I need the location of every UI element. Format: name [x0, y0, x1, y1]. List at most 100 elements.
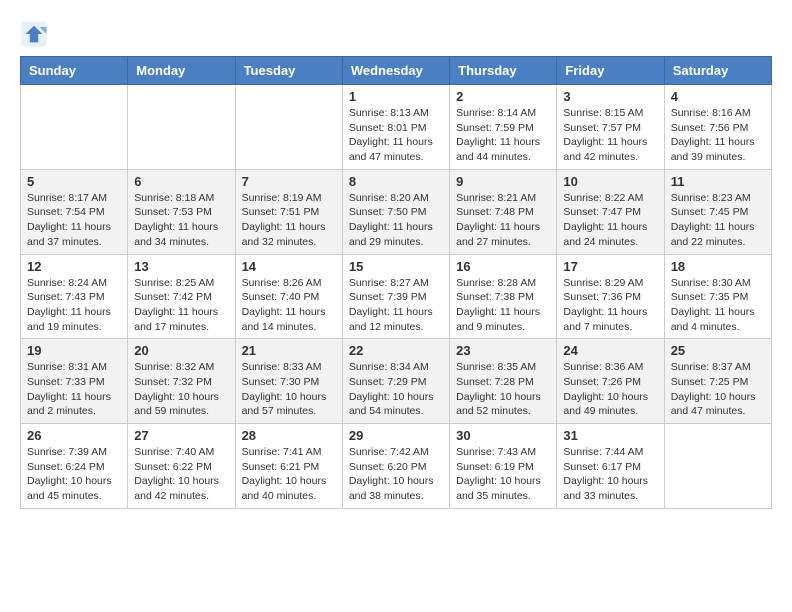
calendar-cell: 19Sunrise: 8:31 AM Sunset: 7:33 PM Dayli…: [21, 339, 128, 424]
calendar-cell: 13 Sunrise: 8:25 AM Sunset: 7:42 PM Dayli…: [128, 254, 235, 339]
weekday-header-thursday: Thursday: [450, 57, 557, 85]
cell-daylight-text: Sunrise: 8:16 AM Sunset: 7:56 PM Dayligh…: [671, 106, 765, 165]
cell-daylight-text: Sunrise: 7:39 AM Sunset: 6:24 PM Dayligh…: [27, 445, 121, 504]
cell-daylight-text: Sunrise: 8:25 AM Sunset: 7:42 PM Dayligh…: [134, 276, 228, 335]
cell-content: 4Sunrise: 8:16 AM Sunset: 7:56 PM Daylig…: [671, 89, 765, 165]
day-number: 31: [563, 428, 657, 443]
cell-content: 17 Sunrise: 8:29 AM Sunset: 7:36 PM Dayli…: [563, 259, 657, 335]
day-number: 8: [349, 174, 443, 189]
day-number: 23: [456, 343, 550, 358]
calendar-cell: 17 Sunrise: 8:29 AM Sunset: 7:36 PM Dayli…: [557, 254, 664, 339]
day-number: 27: [134, 428, 228, 443]
calendar-cell: 31 Sunrise: 7:44 AM Sunset: 6:17 PM Dayli…: [557, 424, 664, 509]
cell-content: 20Sunrise: 8:32 AM Sunset: 7:32 PM Dayli…: [134, 343, 228, 419]
calendar-cell: 10 Sunrise: 8:22 AM Sunset: 7:47 PM Dayli…: [557, 169, 664, 254]
cell-daylight-text: Sunrise: 7:41 AM Sunset: 6:21 PM Dayligh…: [242, 445, 336, 504]
cell-daylight-text: Sunrise: 8:22 AM Sunset: 7:47 PM Dayligh…: [563, 191, 657, 250]
calendar-cell: 20Sunrise: 8:32 AM Sunset: 7:32 PM Dayli…: [128, 339, 235, 424]
cell-daylight-text: Sunrise: 8:21 AM Sunset: 7:48 PM Dayligh…: [456, 191, 550, 250]
calendar-cell: 4Sunrise: 8:16 AM Sunset: 7:56 PM Daylig…: [664, 85, 771, 170]
day-number: 6: [134, 174, 228, 189]
cell-content: 5Sunrise: 8:17 AM Sunset: 7:54 PM Daylig…: [27, 174, 121, 250]
calendar-week-row: 19Sunrise: 8:31 AM Sunset: 7:33 PM Dayli…: [21, 339, 772, 424]
day-number: 13: [134, 259, 228, 274]
day-number: 14: [242, 259, 336, 274]
cell-content: 29Sunrise: 7:42 AM Sunset: 6:20 PM Dayli…: [349, 428, 443, 504]
cell-content: 10 Sunrise: 8:22 AM Sunset: 7:47 PM Dayli…: [563, 174, 657, 250]
cell-daylight-text: Sunrise: 8:19 AM Sunset: 7:51 PM Dayligh…: [242, 191, 336, 250]
day-number: 18: [671, 259, 765, 274]
calendar-cell: 27 Sunrise: 7:40 AM Sunset: 6:22 PM Dayli…: [128, 424, 235, 509]
weekday-header-wednesday: Wednesday: [342, 57, 449, 85]
calendar-cell: 26 Sunrise: 7:39 AM Sunset: 6:24 PM Dayli…: [21, 424, 128, 509]
day-number: 15: [349, 259, 443, 274]
cell-content: 2 Sunrise: 8:14 AM Sunset: 7:59 PM Daylig…: [456, 89, 550, 165]
cell-daylight-text: Sunrise: 7:44 AM Sunset: 6:17 PM Dayligh…: [563, 445, 657, 504]
cell-daylight-text: Sunrise: 8:14 AM Sunset: 7:59 PM Dayligh…: [456, 106, 550, 165]
cell-daylight-text: Sunrise: 8:35 AM Sunset: 7:28 PM Dayligh…: [456, 360, 550, 419]
cell-daylight-text: Sunrise: 8:30 AM Sunset: 7:35 PM Dayligh…: [671, 276, 765, 335]
cell-daylight-text: Sunrise: 8:28 AM Sunset: 7:38 PM Dayligh…: [456, 276, 550, 335]
calendar-week-row: 26 Sunrise: 7:39 AM Sunset: 6:24 PM Dayli…: [21, 424, 772, 509]
cell-content: 28 Sunrise: 7:41 AM Sunset: 6:21 PM Dayli…: [242, 428, 336, 504]
cell-daylight-text: Sunrise: 7:40 AM Sunset: 6:22 PM Dayligh…: [134, 445, 228, 504]
day-number: 10: [563, 174, 657, 189]
calendar-week-row: 12Sunrise: 8:24 AM Sunset: 7:43 PM Dayli…: [21, 254, 772, 339]
day-number: 22: [349, 343, 443, 358]
cell-content: [242, 89, 336, 164]
day-number: 28: [242, 428, 336, 443]
day-number: 29: [349, 428, 443, 443]
calendar-cell: 3Sunrise: 8:15 AM Sunset: 7:57 PM Daylig…: [557, 85, 664, 170]
calendar-week-row: 5Sunrise: 8:17 AM Sunset: 7:54 PM Daylig…: [21, 169, 772, 254]
logo-icon: [20, 20, 48, 48]
weekday-header-friday: Friday: [557, 57, 664, 85]
day-number: 25: [671, 343, 765, 358]
calendar-cell: 1Sunrise: 8:13 AM Sunset: 8:01 PM Daylig…: [342, 85, 449, 170]
day-number: 24: [563, 343, 657, 358]
cell-content: 13 Sunrise: 8:25 AM Sunset: 7:42 PM Dayli…: [134, 259, 228, 335]
cell-content: 27 Sunrise: 7:40 AM Sunset: 6:22 PM Dayli…: [134, 428, 228, 504]
calendar-cell: 18 Sunrise: 8:30 AM Sunset: 7:35 PM Dayli…: [664, 254, 771, 339]
cell-content: 6Sunrise: 8:18 AM Sunset: 7:53 PM Daylig…: [134, 174, 228, 250]
cell-content: 22 Sunrise: 8:34 AM Sunset: 7:29 PM Dayli…: [349, 343, 443, 419]
weekday-header-monday: Monday: [128, 57, 235, 85]
day-number: 2: [456, 89, 550, 104]
day-number: 26: [27, 428, 121, 443]
cell-content: 31 Sunrise: 7:44 AM Sunset: 6:17 PM Dayli…: [563, 428, 657, 504]
cell-content: 15Sunrise: 8:27 AM Sunset: 7:39 PM Dayli…: [349, 259, 443, 335]
calendar-cell: [235, 85, 342, 170]
cell-daylight-text: Sunrise: 8:33 AM Sunset: 7:30 PM Dayligh…: [242, 360, 336, 419]
cell-content: 8Sunrise: 8:20 AM Sunset: 7:50 PM Daylig…: [349, 174, 443, 250]
calendar-cell: [664, 424, 771, 509]
cell-daylight-text: Sunrise: 8:34 AM Sunset: 7:29 PM Dayligh…: [349, 360, 443, 419]
day-number: 3: [563, 89, 657, 104]
cell-daylight-text: Sunrise: 8:29 AM Sunset: 7:36 PM Dayligh…: [563, 276, 657, 335]
calendar-body: 1Sunrise: 8:13 AM Sunset: 8:01 PM Daylig…: [21, 85, 772, 509]
cell-daylight-text: Sunrise: 8:26 AM Sunset: 7:40 PM Dayligh…: [242, 276, 336, 335]
calendar-cell: 25Sunrise: 8:37 AM Sunset: 7:25 PM Dayli…: [664, 339, 771, 424]
cell-content: [27, 89, 121, 164]
calendar-cell: 21Sunrise: 8:33 AM Sunset: 7:30 PM Dayli…: [235, 339, 342, 424]
day-number: 9: [456, 174, 550, 189]
calendar-cell: [128, 85, 235, 170]
cell-content: [134, 89, 228, 164]
day-number: 1: [349, 89, 443, 104]
day-number: 16: [456, 259, 550, 274]
calendar-cell: [21, 85, 128, 170]
calendar-cell: 16 Sunrise: 8:28 AM Sunset: 7:38 PM Dayli…: [450, 254, 557, 339]
day-number: 5: [27, 174, 121, 189]
day-number: 17: [563, 259, 657, 274]
calendar-cell: 24 Sunrise: 8:36 AM Sunset: 7:26 PM Dayli…: [557, 339, 664, 424]
cell-daylight-text: Sunrise: 8:36 AM Sunset: 7:26 PM Dayligh…: [563, 360, 657, 419]
cell-content: 12Sunrise: 8:24 AM Sunset: 7:43 PM Dayli…: [27, 259, 121, 335]
calendar-table: SundayMondayTuesdayWednesdayThursdayFrid…: [20, 56, 772, 509]
cell-daylight-text: Sunrise: 8:32 AM Sunset: 7:32 PM Dayligh…: [134, 360, 228, 419]
weekday-header-saturday: Saturday: [664, 57, 771, 85]
day-number: 7: [242, 174, 336, 189]
day-number: 30: [456, 428, 550, 443]
cell-content: 30Sunrise: 7:43 AM Sunset: 6:19 PM Dayli…: [456, 428, 550, 504]
day-number: 11: [671, 174, 765, 189]
cell-content: [671, 428, 765, 503]
cell-content: 11Sunrise: 8:23 AM Sunset: 7:45 PM Dayli…: [671, 174, 765, 250]
cell-content: 14 Sunrise: 8:26 AM Sunset: 7:40 PM Dayli…: [242, 259, 336, 335]
